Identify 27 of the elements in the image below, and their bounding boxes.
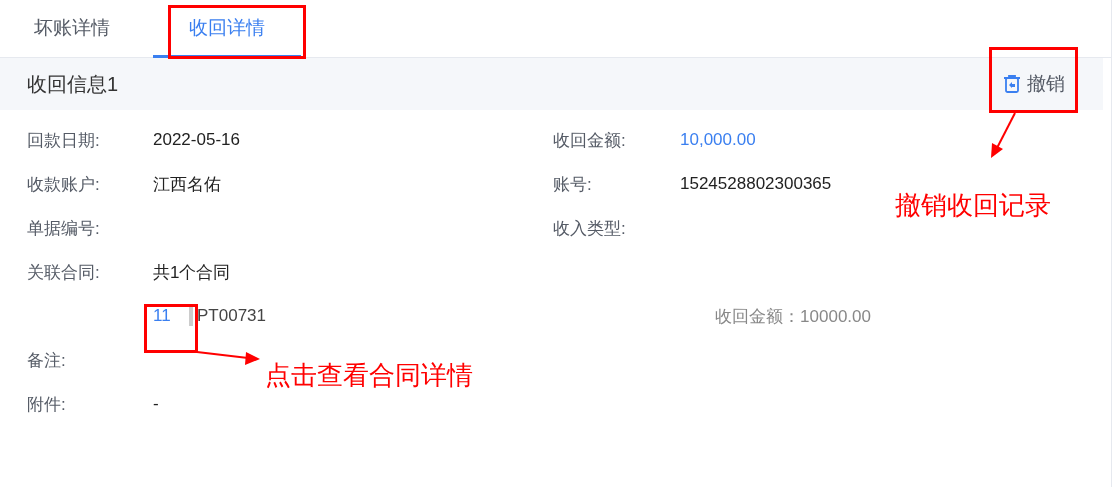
field-value: 共1个合同 <box>153 261 232 284</box>
field-label: 备注: <box>27 349 67 372</box>
section-title: 收回信息1 <box>27 71 119 97</box>
field-value: 10,000.00 <box>680 130 757 150</box>
arrow <box>196 351 260 365</box>
field-value: 1524528802300365 <box>680 174 833 194</box>
revoke-button[interactable]: 撤销 <box>1003 71 1065 97</box>
field-value: 2022-05-16 <box>153 130 241 150</box>
contract-code: PT00731 <box>197 306 266 326</box>
field-value: 江西名佑 <box>153 173 222 196</box>
field-label: 单据编号: <box>27 217 101 240</box>
arrow <box>991 112 1016 158</box>
annotation-note: 点击查看合同详情 <box>265 359 473 392</box>
field-label: 关联合同: <box>27 261 101 284</box>
field-label: 收入类型: <box>553 217 627 240</box>
field-value: - <box>153 394 160 414</box>
field-label: 收回金额: <box>553 129 627 152</box>
field-label: 账号: <box>553 173 593 196</box>
field-label: 收款账户: <box>27 173 101 196</box>
contract-link[interactable]: 11 <box>153 306 189 326</box>
highlight-frame <box>144 304 198 353</box>
field-label: 附件: <box>27 393 67 416</box>
tab[interactable]: 坏账详情 <box>0 0 153 58</box>
contract-amount: 收回金额：10000.00 <box>715 305 871 328</box>
trash-icon <box>1003 74 1021 94</box>
field-label: 回款日期: <box>27 129 101 152</box>
annotation-note: 撤销收回记录 <box>895 189 1051 222</box>
